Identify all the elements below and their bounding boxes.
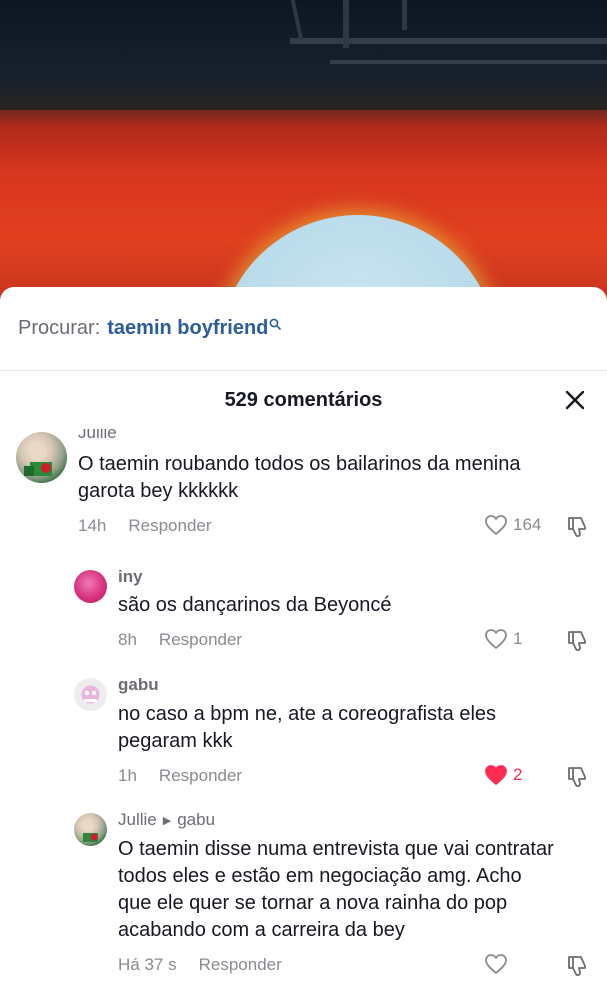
comment-item: Jullie O taemin roubando todos os bailar… (0, 429, 607, 549)
comment-text: acabando com a carreira da bey (118, 919, 405, 941)
comment-text: O taemin disse numa entrevista que vai c… (118, 838, 554, 860)
like-count: 1 (513, 629, 523, 648)
dislike-icon[interactable] (565, 515, 589, 539)
comments-header: 529 comentários (0, 371, 607, 429)
like-count: 164 (513, 515, 542, 534)
video-pole (402, 0, 407, 30)
video-pole (343, 0, 349, 48)
video-beam (290, 38, 607, 44)
dislike-icon[interactable] (565, 765, 589, 789)
comment-username[interactable]: Jullie (118, 810, 157, 830)
comment-text: todos eles e estão em negociação amg. Ac… (118, 865, 522, 887)
video-ceiling (0, 0, 607, 110)
comment-text: O taemin roubando todos os bailarinos da… (78, 453, 521, 475)
reply-arrow-icon: ▶ (162, 814, 172, 827)
comment-time: 14h (78, 516, 107, 535)
like-button[interactable]: 164 (484, 514, 541, 536)
dislike-icon[interactable] (565, 629, 589, 653)
heart-icon (485, 515, 507, 535)
comments-list[interactable]: Jullie O taemin roubando todos os bailar… (0, 429, 607, 1000)
comment-time: Há 37 s (118, 955, 177, 974)
reply-button[interactable]: Responder (128, 516, 211, 536)
search-icon (269, 313, 282, 330)
search-label: Procurar: (18, 317, 101, 339)
avatar[interactable] (74, 570, 107, 603)
comments-count-title: 529 comentários (224, 388, 383, 411)
search-suggestion[interactable]: Procurar: taemin boyfriend (0, 287, 607, 371)
like-button[interactable] (484, 953, 513, 975)
reply-button[interactable]: Responder (159, 630, 242, 650)
heart-icon (485, 954, 507, 974)
comment-username[interactable]: Jullie (78, 429, 117, 443)
reply-to-username[interactable]: gabu (177, 810, 215, 830)
like-button[interactable]: 2 (484, 764, 522, 786)
comment-text: pegaram kkk (118, 730, 233, 752)
search-term[interactable]: taemin boyfriend (107, 317, 268, 340)
reply-button[interactable]: Responder (199, 955, 282, 975)
comment-text: que ele quer se tornar a nova rainha do … (118, 892, 508, 914)
close-icon[interactable] (563, 388, 587, 412)
comment-username[interactable]: gabu (118, 675, 159, 695)
comment-text: são os dançarinos da Beyoncé (118, 594, 392, 616)
heart-icon (485, 629, 507, 649)
like-button[interactable]: 1 (484, 628, 522, 650)
reply-button[interactable]: Responder (159, 766, 242, 786)
comment-text: garota bey kkkkkk (78, 480, 239, 502)
like-count: 2 (513, 765, 523, 784)
video-beam (330, 60, 607, 64)
comment-username[interactable]: iny (118, 567, 143, 587)
comment-time: 1h (118, 766, 137, 785)
dislike-icon[interactable] (565, 954, 589, 978)
avatar[interactable] (16, 432, 67, 483)
comments-sheet: Procurar: taemin boyfriend 529 comentári… (0, 287, 607, 1000)
avatar[interactable] (74, 678, 107, 711)
heart-filled-icon (485, 765, 507, 785)
comment-time: 8h (118, 630, 137, 649)
comment-text: no caso a bpm ne, ate a coreografista el… (118, 703, 497, 725)
avatar[interactable] (74, 813, 107, 846)
